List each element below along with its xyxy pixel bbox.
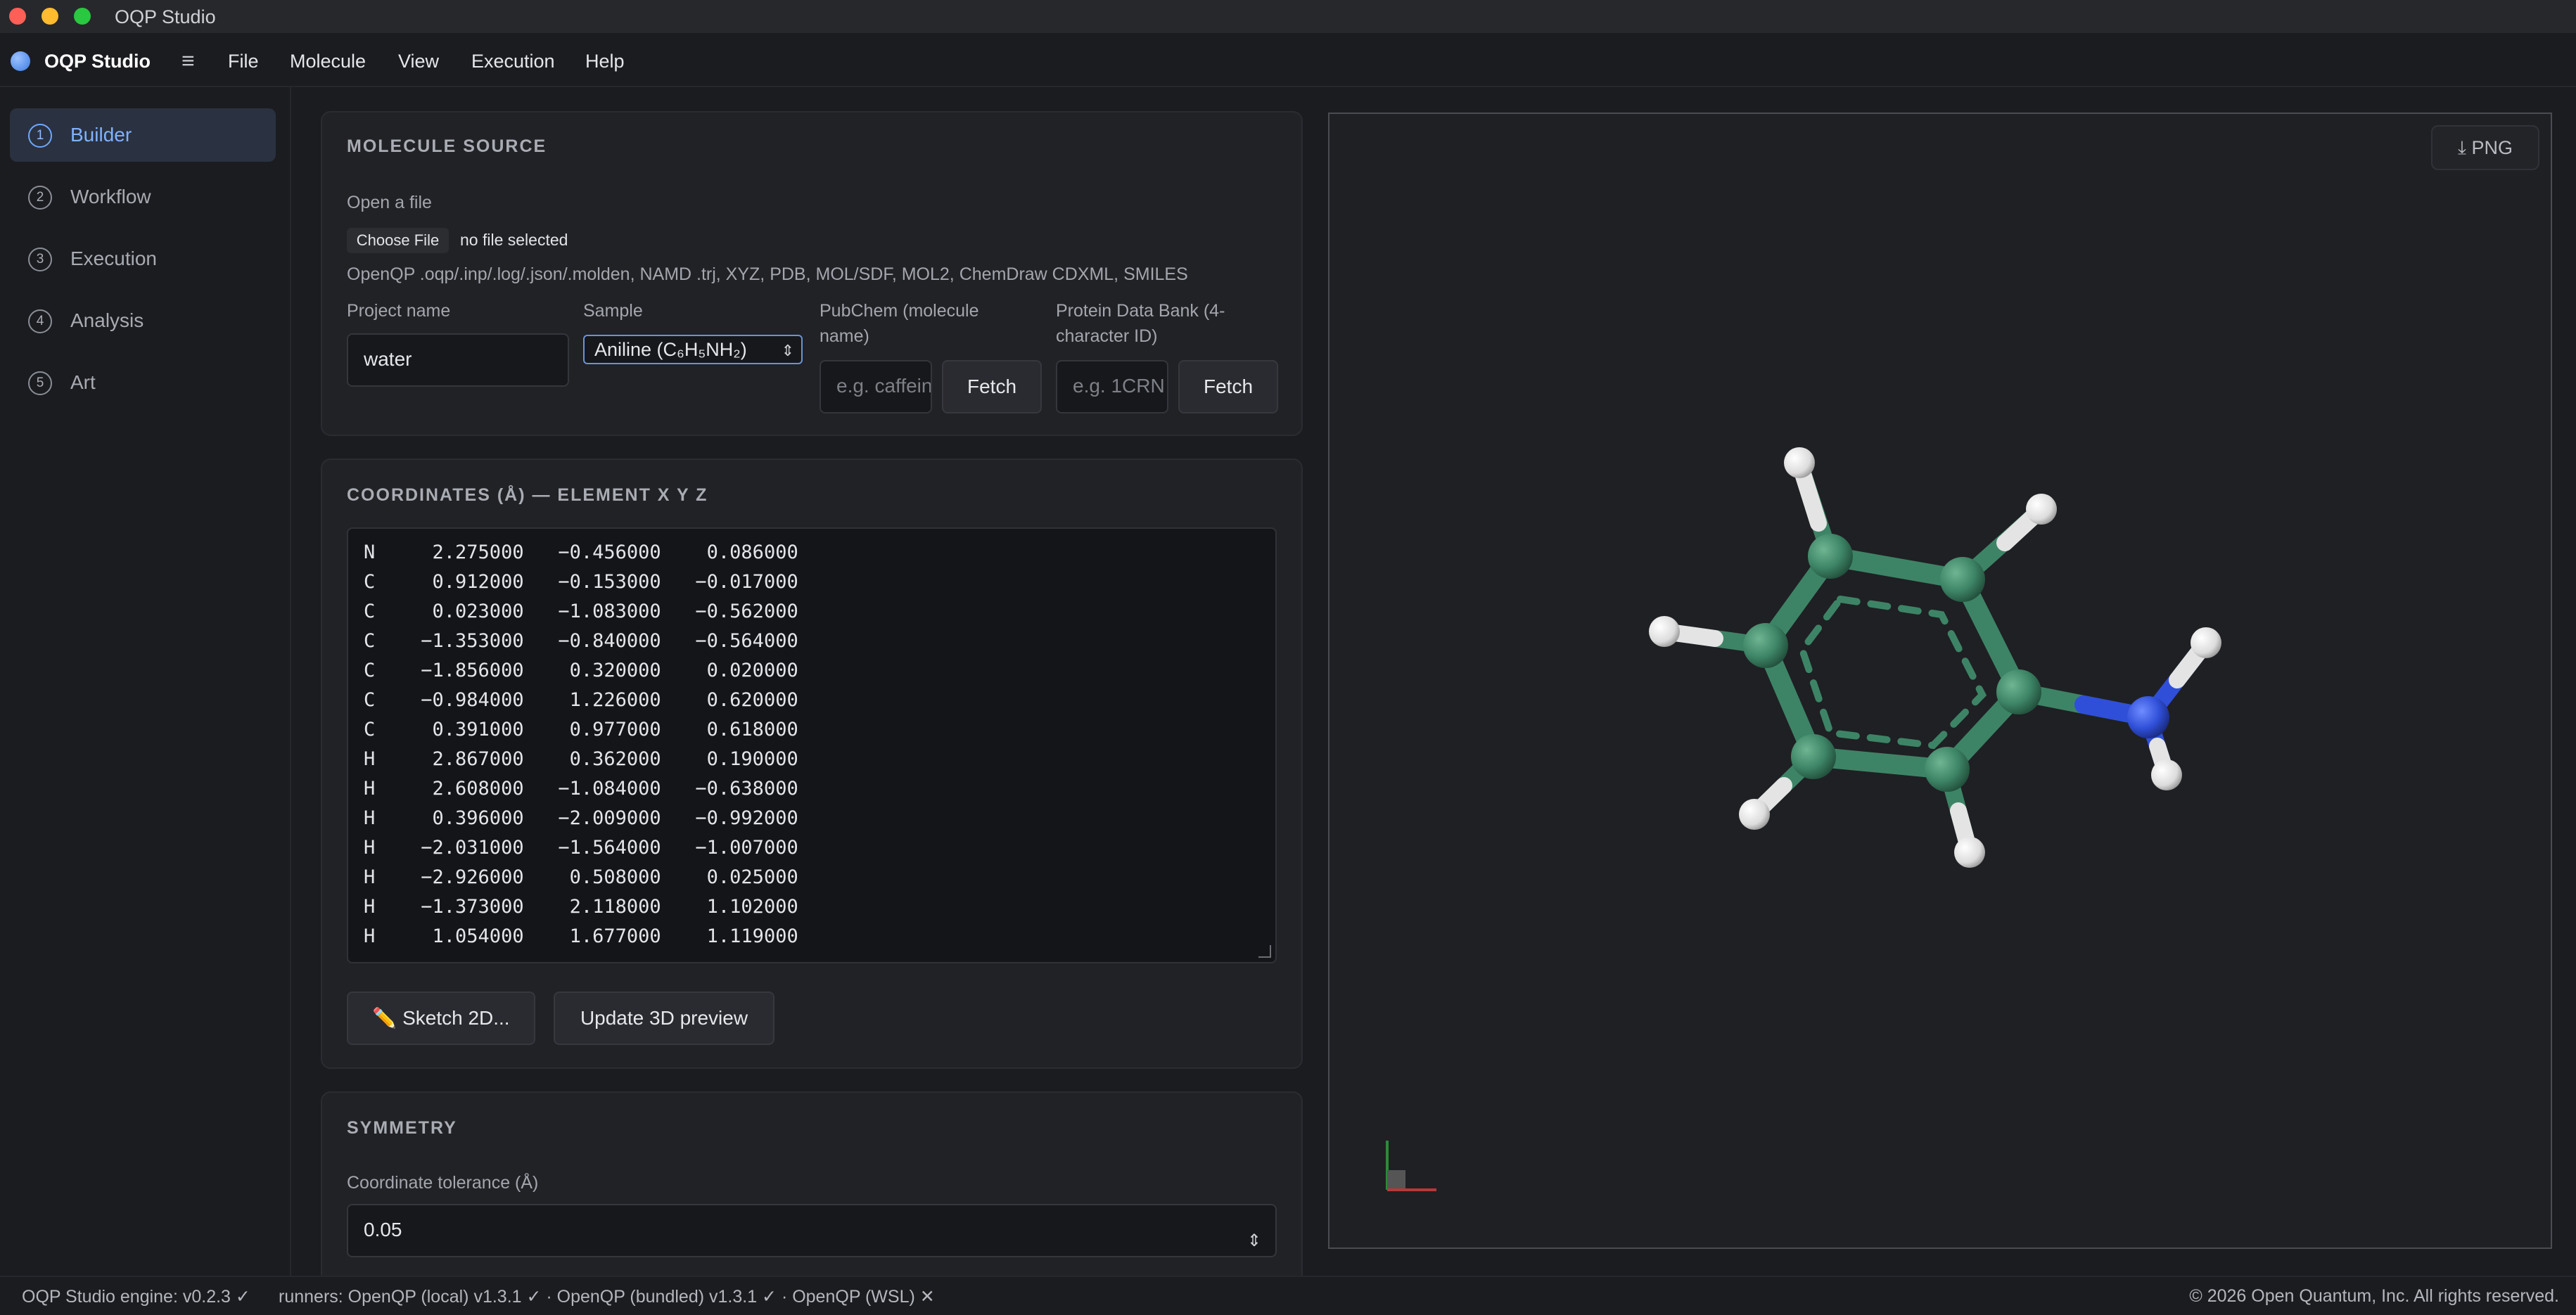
sidebar-item-art[interactable]: 5 Art: [10, 356, 276, 409]
coordinate-row: C −1.353000 −0.840000 −0.564000: [364, 630, 798, 652]
sidebar-item-label: Builder: [70, 124, 132, 146]
sidebar-item-label: Execution: [70, 248, 157, 269]
tolerance-value: 0.05: [364, 1219, 402, 1240]
sidebar-item-workflow[interactable]: 2 Workflow: [10, 170, 276, 224]
coordinate-row: C −1.856000 0.320000 0.020000: [364, 660, 798, 681]
sample-label: Sample: [583, 301, 643, 321]
coordinate-row: H −2.926000 0.508000 0.025000: [364, 866, 798, 888]
choose-file-button[interactable]: Choose File: [347, 228, 449, 253]
close-window-button[interactable]: [9, 8, 26, 25]
minimize-window-button[interactable]: [42, 8, 58, 25]
coordinate-row: H −1.373000 2.118000 1.102000: [364, 896, 798, 918]
pdb-fetch-button[interactable]: Fetch: [1178, 360, 1278, 413]
molecule-render: [1386, 447, 2221, 1191]
pubchem-input[interactable]: e.g. caffeine: [820, 360, 932, 413]
project-name-input[interactable]: water: [347, 333, 569, 387]
select-arrows-icon: ⇕: [781, 342, 794, 359]
stepper-arrows-icon[interactable]: ⇕: [1247, 1217, 1261, 1266]
coordinate-row: C 0.023000 −1.083000 −0.562000: [364, 601, 798, 622]
hamburger-menu-icon[interactable]: ≡: [181, 48, 195, 74]
coordinate-row: H 2.867000 0.362000 0.190000: [364, 748, 798, 770]
pdb-label-line1: Protein Data Bank (4-: [1056, 301, 1225, 321]
app-logo-icon: [11, 51, 30, 71]
coordinate-row: H 1.054000 1.677000 1.119000: [364, 925, 798, 947]
molecule-bonds: [1656, 454, 2214, 861]
window-title: OQP Studio: [115, 6, 216, 27]
menu-molecule[interactable]: Molecule: [290, 51, 366, 72]
file-status: no file selected: [460, 231, 568, 249]
coordinates-card: COORDINATES (Å) — ELEMENT X Y Z N 2.2750…: [321, 458, 1303, 1069]
supported-formats: OpenQP .oqp/.inp/.log/.json/.molden, NAM…: [347, 264, 1188, 284]
open-file-label: Open a file: [347, 193, 432, 212]
coordinate-row: C 0.912000 −0.153000 −0.017000: [364, 571, 798, 593]
engine-status: OQP Studio engine: v0.2.3 ✓: [22, 1287, 250, 1307]
window-titlebar: OQP Studio: [0, 0, 2576, 34]
sidebar-item-builder[interactable]: 1 Builder: [10, 108, 276, 162]
sidebar-item-label: Workflow: [70, 186, 151, 207]
pubchem-fetch-button[interactable]: Fetch: [942, 360, 1042, 413]
menu-file[interactable]: File: [228, 51, 259, 72]
symmetry-card: SYMMETRY Coordinate tolerance (Å) 0.05 ⇕: [321, 1091, 1303, 1302]
coordinate-row: H −2.031000 −1.564000 −1.007000: [364, 837, 798, 859]
coordinate-row: H 2.608000 −1.084000 −0.638000: [364, 778, 798, 800]
molecule-source-card: MOLECULE SOURCE Open a file Choose File …: [321, 111, 1303, 436]
status-bar: OQP Studio engine: v0.2.3 ✓ runners: Ope…: [0, 1276, 2576, 1315]
coordinate-row: N 2.275000 −0.456000 0.086000: [364, 541, 798, 563]
maximize-window-button[interactable]: [74, 8, 91, 25]
molecule-3d-viewer[interactable]: ⤓ PNG: [1328, 113, 2552, 1249]
coordinates-textarea[interactable]: N 2.275000 −0.456000 0.086000 C 0.912000…: [347, 527, 1277, 963]
sample-select[interactable]: Aniline (C₆H₅NH₂) ⇕: [583, 335, 803, 364]
update-3d-preview-button[interactable]: Update 3D preview: [554, 992, 774, 1045]
molecule-atoms: [1649, 447, 2221, 868]
step-number-icon: 3: [28, 248, 52, 271]
menu-bar: OQP Studio ≡ File Molecule View Executio…: [0, 34, 2576, 87]
coordinate-row: C −0.984000 1.226000 0.620000: [364, 689, 798, 711]
menu-execution[interactable]: Execution: [471, 51, 555, 72]
menu-help[interactable]: Help: [585, 51, 625, 72]
app-name: OQP Studio: [44, 51, 151, 72]
step-number-icon: 2: [28, 186, 52, 210]
tolerance-label: Coordinate tolerance (Å): [347, 1173, 539, 1193]
coordinate-row: C 0.391000 0.977000 0.618000: [364, 719, 798, 740]
menu-view[interactable]: View: [398, 51, 439, 72]
step-number-icon: 1: [28, 124, 52, 148]
sidebar-item-label: Analysis: [70, 309, 144, 331]
pubchem-label-line1: PubChem (molecule: [820, 301, 979, 321]
runners-status: runners: OpenQP (local) v1.3.1 ✓ · OpenQ…: [279, 1287, 935, 1307]
pdb-input[interactable]: e.g. 1CRN: [1056, 360, 1168, 413]
pubchem-label-line2: name): [820, 326, 869, 346]
project-name-label: Project name: [347, 301, 451, 321]
sidebar-item-analysis[interactable]: 4 Analysis: [10, 294, 276, 347]
sketch-2d-button[interactable]: ✏️ Sketch 2D...: [347, 992, 535, 1045]
step-number-icon: 5: [28, 371, 52, 395]
sidebar: 1 Builder 2 Workflow 3 Execution 4 Analy…: [0, 87, 291, 1276]
coordinate-row: H 0.396000 −2.009000 −0.992000: [364, 807, 798, 829]
section-title: SYMMETRY: [347, 1118, 457, 1138]
sidebar-item-execution[interactable]: 3 Execution: [10, 232, 276, 286]
axes-gizmo-icon: [1386, 1141, 1436, 1191]
sidebar-item-label: Art: [70, 371, 96, 393]
section-title: COORDINATES (Å) — ELEMENT X Y Z: [347, 485, 708, 505]
tolerance-input[interactable]: 0.05 ⇕: [347, 1204, 1277, 1257]
section-title: MOLECULE SOURCE: [347, 136, 547, 156]
resize-handle[interactable]: [1258, 945, 1271, 958]
copyright: © 2026 Open Quantum, Inc. All rights res…: [2189, 1286, 2559, 1306]
sample-select-value: Aniline (C₆H₅NH₂): [594, 339, 747, 360]
pdb-label-line2: character ID): [1056, 326, 1158, 346]
step-number-icon: 4: [28, 309, 52, 333]
